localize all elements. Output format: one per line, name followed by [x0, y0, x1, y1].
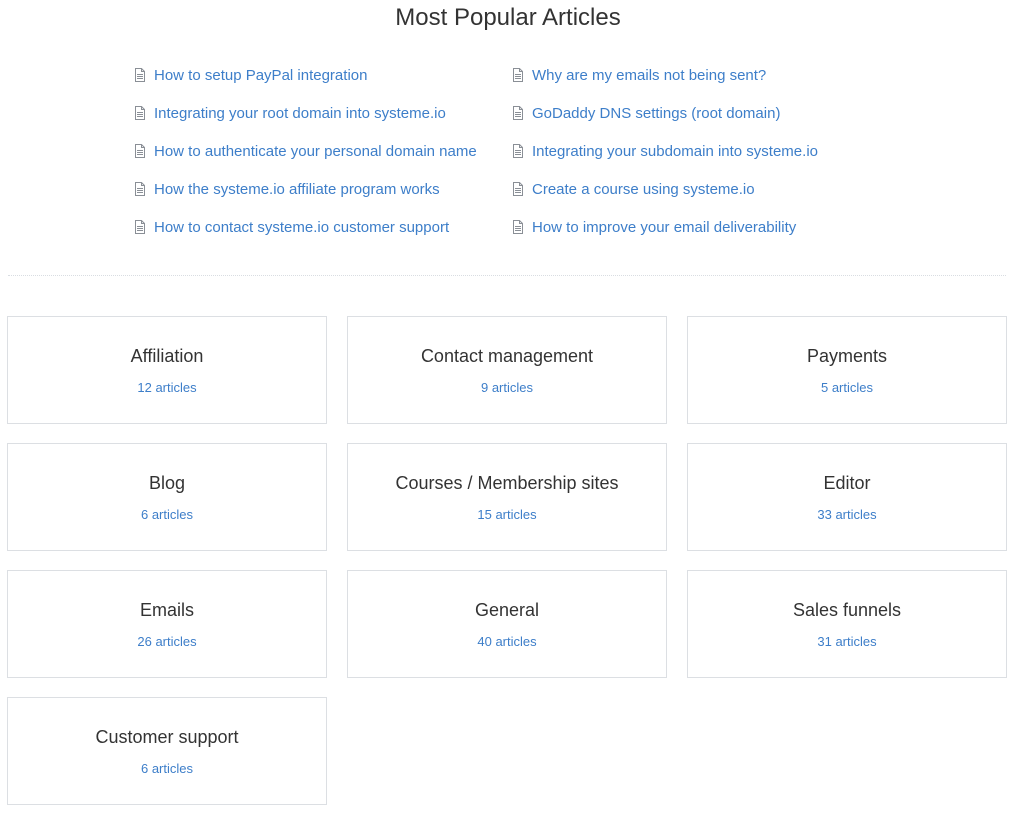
article-title: How to authenticate your personal domain…	[154, 142, 477, 160]
category-name: Customer support	[95, 727, 239, 747]
document-icon	[512, 68, 524, 82]
category-card-contact-management[interactable]: Contact management 9 articles	[347, 316, 667, 424]
category-card-courses-membership-sites[interactable]: Courses / Membership sites 15 articles	[347, 443, 667, 551]
category-article-count: 5 articles	[820, 380, 874, 395]
article-link[interactable]: How to authenticate your personal domain…	[134, 138, 512, 164]
category-name: General	[474, 600, 540, 620]
category-card-emails[interactable]: Emails 26 articles	[7, 570, 327, 678]
article-link[interactable]: GoDaddy DNS settings (root domain)	[512, 100, 890, 126]
category-article-count: 40 articles	[477, 634, 537, 649]
category-card-blog[interactable]: Blog 6 articles	[7, 443, 327, 551]
article-title: How to improve your email deliverability	[532, 218, 797, 236]
article-title: Integrating your subdomain into systeme.…	[532, 142, 818, 160]
category-article-count: 9 articles	[480, 380, 534, 395]
category-name: Payments	[806, 346, 888, 366]
category-article-count: 12 articles	[137, 380, 197, 395]
document-icon	[134, 182, 146, 196]
category-name: Emails	[139, 600, 194, 620]
category-name: Blog	[148, 473, 186, 493]
document-icon	[512, 144, 524, 158]
article-link[interactable]: Why are my emails not being sent?	[512, 62, 890, 88]
category-name: Contact management	[420, 346, 594, 366]
category-card-sales-funnels[interactable]: Sales funnels 31 articles	[687, 570, 1007, 678]
category-article-count: 31 articles	[817, 634, 877, 649]
category-name: Affiliation	[130, 346, 204, 366]
article-title: Integrating your root domain into system…	[154, 104, 446, 122]
document-icon	[134, 68, 146, 82]
article-title: Why are my emails not being sent?	[532, 66, 767, 84]
popular-articles-list: How to setup PayPal integration Why are …	[134, 62, 890, 252]
page-title: Most Popular Articles	[395, 4, 621, 31]
article-title: How to contact systeme.io customer suppo…	[154, 218, 450, 236]
category-article-count: 6 articles	[140, 761, 194, 776]
article-title: How to setup PayPal integration	[154, 66, 368, 84]
category-article-count: 15 articles	[477, 507, 537, 522]
category-grid: Affiliation 12 articles Contact manageme…	[7, 316, 1007, 805]
article-link[interactable]: Integrating your subdomain into systeme.…	[512, 138, 890, 164]
article-link[interactable]: How to setup PayPal integration	[134, 62, 512, 88]
document-icon	[134, 106, 146, 120]
category-card-editor[interactable]: Editor 33 articles	[687, 443, 1007, 551]
article-link[interactable]: Create a course using systeme.io	[512, 176, 890, 202]
category-card-affiliation[interactable]: Affiliation 12 articles	[7, 316, 327, 424]
category-card-customer-support[interactable]: Customer support 6 articles	[7, 697, 327, 805]
article-link[interactable]: How the systeme.io affiliate program wor…	[134, 176, 512, 202]
article-title: GoDaddy DNS settings (root domain)	[532, 104, 781, 122]
category-article-count: 33 articles	[817, 507, 877, 522]
section-divider	[8, 275, 1006, 276]
article-link[interactable]: Integrating your root domain into system…	[134, 100, 512, 126]
document-icon	[512, 106, 524, 120]
category-card-payments[interactable]: Payments 5 articles	[687, 316, 1007, 424]
article-link[interactable]: How to improve your email deliverability	[512, 214, 890, 240]
document-icon	[134, 220, 146, 234]
category-article-count: 6 articles	[140, 507, 194, 522]
category-article-count: 26 articles	[137, 634, 197, 649]
article-title: Create a course using systeme.io	[532, 180, 755, 198]
category-card-general[interactable]: General 40 articles	[347, 570, 667, 678]
category-name: Courses / Membership sites	[395, 473, 619, 493]
article-link[interactable]: How to contact systeme.io customer suppo…	[134, 214, 512, 240]
document-icon	[134, 144, 146, 158]
document-icon	[512, 182, 524, 196]
category-name: Editor	[823, 473, 871, 493]
category-name: Sales funnels	[792, 600, 902, 620]
document-icon	[512, 220, 524, 234]
article-title: How the systeme.io affiliate program wor…	[154, 180, 440, 198]
